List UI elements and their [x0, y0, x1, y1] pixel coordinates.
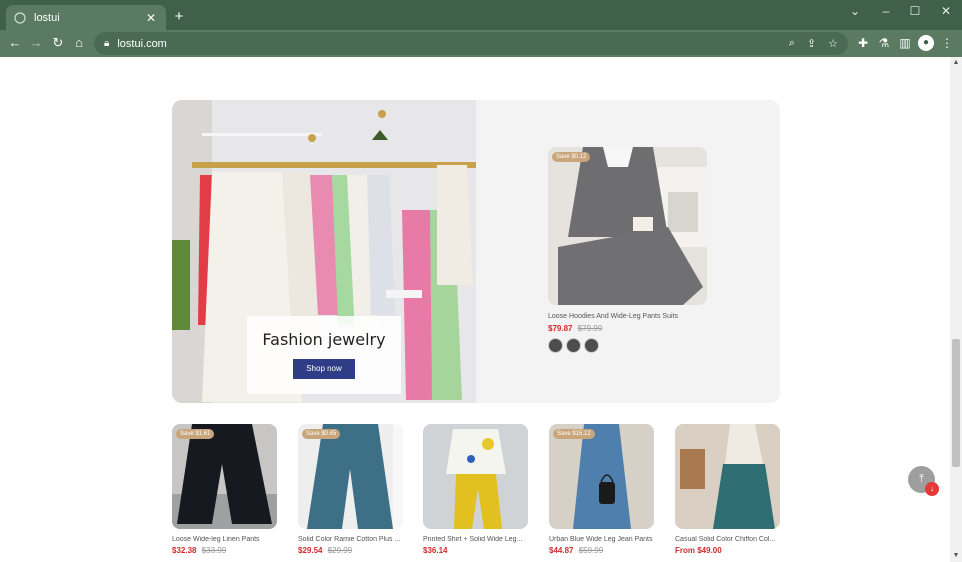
product-image[interactable]	[675, 424, 780, 529]
browser-chrome: lostui ✕ + ⌄ – ☐ ✕ ← → ↻ ⌂ 🔒︎ lostui.com…	[0, 0, 962, 57]
omnibox[interactable]: 🔒︎ lostui.com ⌕ ⇪ ☆	[94, 32, 848, 55]
sale-price: $32.38	[172, 546, 197, 555]
tab-close-icon[interactable]: ✕	[144, 11, 158, 25]
product-price: $44.87 $59.99	[549, 546, 654, 555]
product-card[interactable]: Printed Shirt + Solid Wide Leg... $36.14	[423, 424, 528, 555]
forward-icon[interactable]: →	[28, 35, 44, 51]
product-name[interactable]: Solid Color Ramie Cotton Plus ...	[298, 536, 403, 543]
product-name[interactable]: Urban Blue Wide Leg Jean Pants	[549, 536, 654, 543]
hero-image: Fashion jewelry Shop now	[172, 100, 476, 403]
favicon-icon	[14, 11, 26, 24]
lock-icon: 🔒︎	[104, 38, 110, 49]
swatch-2[interactable]	[566, 338, 581, 353]
zoom-icon[interactable]: ⌕	[789, 37, 795, 50]
featured-product-name[interactable]: Loose Hoodies And Wide-Leg Pants Suits	[548, 313, 707, 320]
home-icon[interactable]: ⌂	[71, 35, 87, 51]
save-badge: Save $0.45	[302, 429, 341, 439]
product-card[interactable]: Save $15.12 Urban Blue Wide Leg Jean Pan…	[549, 424, 654, 555]
profile-icon[interactable]: ●	[918, 35, 934, 51]
scroll-down-icon[interactable]: ▼	[950, 550, 962, 562]
product-image[interactable]: Save $1.61	[172, 424, 277, 529]
hero-heading: Fashion jewelry	[262, 330, 386, 349]
product-card[interactable]: Casual Solid Color Chiffon Col... From $…	[675, 424, 780, 555]
notification-badge-icon[interactable]: ↓	[925, 482, 939, 496]
address-bar: ← → ↻ ⌂ 🔒︎ lostui.com ⌕ ⇪ ☆ ✚ ⚗ ▥ ● ⋮	[0, 30, 962, 57]
product-grid: Save $1.61 Loose Wide-leg Linen Pants $3…	[172, 424, 780, 562]
product-image[interactable]: Save $15.12	[549, 424, 654, 529]
new-tab-button[interactable]: +	[171, 8, 187, 25]
hero-banner: Fashion jewelry Shop now Save $0.12 Loos…	[172, 100, 780, 403]
page-scrollbar[interactable]: ▲ ▼	[950, 57, 962, 562]
star-icon[interactable]: ☆	[828, 37, 838, 50]
original-price: $59.99	[578, 546, 604, 555]
tab-title: lostui	[34, 11, 60, 24]
product-image[interactable]: Save $0.45	[298, 424, 403, 529]
sale-price: $44.87	[549, 546, 574, 555]
share-icon[interactable]: ⇪	[807, 37, 816, 50]
sale-price: $29.54	[298, 546, 323, 555]
original-price: $79.99	[577, 324, 603, 333]
featured-product[interactable]: Save $0.12 Loose Hoodies And Wide-Leg Pa…	[548, 147, 707, 353]
product-name[interactable]: Printed Shirt + Solid Wide Leg...	[423, 536, 528, 543]
maximize-icon[interactable]: ☐	[904, 4, 926, 18]
hero-card: Fashion jewelry Shop now	[247, 316, 401, 394]
featured-product-image[interactable]: Save $0.12	[548, 147, 707, 305]
window-close-icon[interactable]: ✕	[935, 4, 957, 18]
scrollbar-thumb[interactable]	[952, 339, 960, 467]
product-price: $36.14	[423, 546, 528, 555]
product-card[interactable]: Save $0.45 Solid Color Ramie Cotton Plus…	[298, 424, 403, 555]
scroll-up-icon[interactable]: ▲	[950, 57, 962, 69]
swatch-3[interactable]	[584, 338, 599, 353]
color-swatches	[548, 338, 707, 353]
menu-icon[interactable]: ⋮	[939, 35, 955, 51]
minimize-icon[interactable]: –	[875, 4, 897, 18]
tab-lostui[interactable]: lostui ✕	[6, 5, 166, 30]
product-name[interactable]: Loose Wide-leg Linen Pants	[172, 536, 277, 543]
page-viewport: Fashion jewelry Shop now Save $0.12 Loos…	[0, 57, 950, 562]
extensions-icon[interactable]: ✚	[855, 35, 871, 51]
sale-price: $36.14	[423, 546, 448, 555]
save-badge: Save $1.61	[176, 429, 215, 439]
tab-search-icon[interactable]: ⌄	[844, 4, 866, 18]
product-image[interactable]	[423, 424, 528, 529]
url-text: lostui.com	[117, 37, 167, 50]
product-name[interactable]: Casual Solid Color Chiffon Col...	[675, 536, 780, 543]
original-price: $33.99	[201, 546, 227, 555]
save-badge: Save $15.12	[553, 429, 595, 439]
product-price: From $49.00	[675, 546, 780, 555]
product-price: $32.38 $33.99	[172, 546, 277, 555]
product-card[interactable]: Save $1.61 Loose Wide-leg Linen Pants $3…	[172, 424, 277, 555]
sale-price: From $49.00	[675, 546, 722, 555]
product-price: $29.54 $29.99	[298, 546, 403, 555]
original-price: $29.99	[327, 546, 353, 555]
swatch-1[interactable]	[548, 338, 563, 353]
shop-now-button[interactable]: Shop now	[293, 359, 355, 379]
featured-save-badge: Save $0.12	[552, 152, 591, 162]
sale-price: $79.87	[548, 324, 573, 333]
back-icon[interactable]: ←	[7, 35, 23, 51]
tab-bar: lostui ✕ + ⌄ – ☐ ✕	[0, 0, 962, 30]
featured-product-price: $79.87 $79.99	[548, 324, 707, 333]
flask-icon[interactable]: ⚗	[876, 35, 892, 51]
reload-icon[interactable]: ↻	[50, 35, 66, 51]
sidepanel-icon[interactable]: ▥	[897, 35, 913, 51]
